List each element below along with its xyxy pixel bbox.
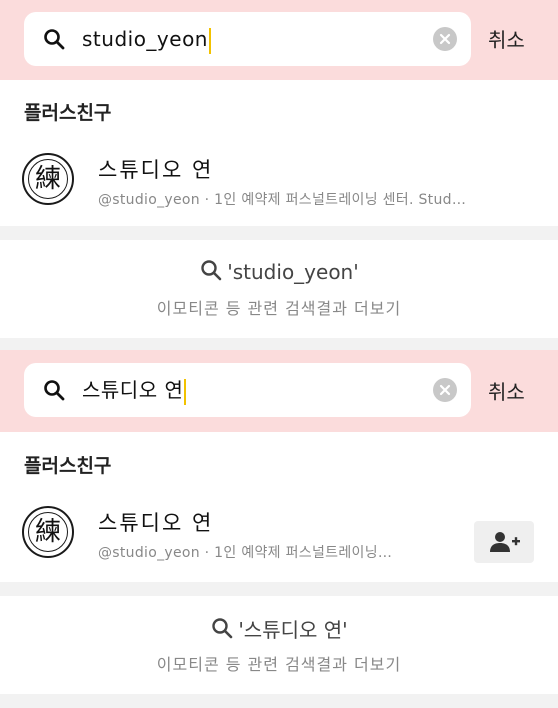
- more-results-button[interactable]: '스튜디오 연' 이모티콘 등 관련 검색결과 더보기: [0, 596, 558, 692]
- close-icon: [439, 33, 451, 45]
- divider: [0, 694, 558, 708]
- cancel-button[interactable]: 취소: [488, 24, 525, 53]
- search-header: studio_yeon 취소: [0, 0, 558, 80]
- search-icon: [44, 380, 65, 401]
- friend-result-row[interactable]: 練 스튜디오 연 @studio_yeon · 1인 예약제 퍼스널트레이닝 센…: [0, 142, 558, 222]
- close-icon: [439, 384, 451, 396]
- more-results-button[interactable]: 'studio_yeon' 이모티콘 등 관련 검색결과 더보기: [0, 240, 558, 336]
- cancel-button[interactable]: 취소: [488, 376, 525, 405]
- section-title-plus-friends: 플러스친구: [24, 455, 112, 477]
- friend-name: 스튜디오 연: [98, 511, 214, 535]
- avatar: 練: [22, 153, 74, 205]
- more-results-query: 'studio_yeon': [0, 258, 558, 284]
- search-header: 스튜디오 연 취소: [0, 350, 558, 432]
- avatar: 練: [22, 506, 74, 558]
- section-title-plus-friends: 플러스친구: [24, 102, 112, 124]
- friend-subtitle: @studio_yeon · 1인 예약제 퍼스널트레이닝 센터. Stud…: [98, 192, 467, 208]
- more-results-query: '스튜디오 연': [0, 614, 558, 643]
- more-results-query-text: 'studio_yeon': [227, 260, 359, 284]
- search-icon: [44, 29, 65, 50]
- search-query[interactable]: studio_yeon: [82, 12, 211, 66]
- divider: [0, 226, 558, 240]
- avatar-glyph: 練: [34, 517, 61, 547]
- search-screen-2: 스튜디오 연 취소 플러스친구 練 스튜디오 연 @studio_yeon · …: [0, 350, 558, 708]
- search-query[interactable]: 스튜디오 연: [82, 363, 187, 417]
- search-icon: [201, 260, 222, 281]
- friend-result-row[interactable]: 練 스튜디오 연 @studio_yeon · 1인 예약제 퍼스널트레이닝…: [0, 495, 558, 575]
- clear-search-button[interactable]: [433, 378, 457, 402]
- friend-name: 스튜디오 연: [98, 158, 214, 182]
- more-results-query-text: '스튜디오 연': [238, 618, 348, 642]
- clear-search-button[interactable]: [433, 27, 457, 51]
- divider: [0, 338, 558, 350]
- search-screen-1: studio_yeon 취소 플러스친구 練 스튜디오 연 @studio_ye…: [0, 0, 558, 350]
- friend-subtitle: @studio_yeon · 1인 예약제 퍼스널트레이닝…: [98, 545, 393, 561]
- avatar-glyph: 練: [34, 164, 61, 194]
- search-icon: [212, 618, 233, 639]
- add-friend-icon: [490, 532, 520, 552]
- more-results-caption: 이모티콘 등 관련 검색결과 더보기: [156, 299, 402, 318]
- more-results-caption: 이모티콘 등 관련 검색결과 더보기: [156, 655, 402, 674]
- text-caret: [208, 27, 211, 54]
- search-input[interactable]: studio_yeon: [24, 12, 471, 66]
- add-friend-button[interactable]: [474, 521, 534, 563]
- search-input[interactable]: 스튜디오 연: [24, 363, 471, 417]
- divider: [0, 582, 558, 596]
- text-caret: [184, 378, 187, 405]
